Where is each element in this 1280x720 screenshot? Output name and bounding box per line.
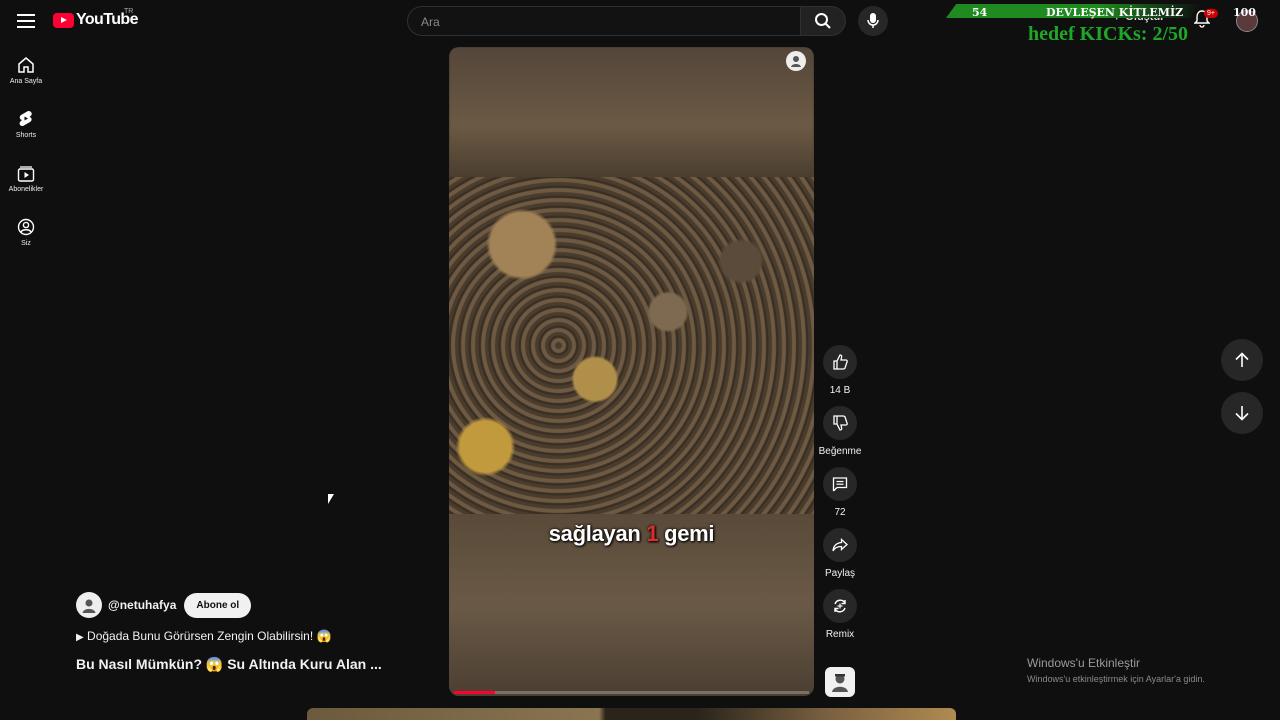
channel-row: @netuhafya Abone ol	[76, 592, 436, 618]
youtube-play-icon	[53, 12, 74, 28]
home-icon	[18, 57, 34, 73]
share-action: Paylaş	[818, 528, 862, 579]
channel-handle[interactable]: @netuhafya	[108, 598, 176, 612]
remix-action: Remix	[818, 589, 862, 640]
like-button[interactable]	[823, 345, 857, 379]
playlist-link[interactable]: ▶ Doğada Bunu Görürsen Zengin Olabilirsi…	[76, 629, 436, 643]
notification-badge: 9+	[1204, 9, 1218, 18]
channel-sound-thumbnail[interactable]	[825, 667, 855, 697]
video-blur-top	[449, 47, 814, 177]
subscribe-button[interactable]: Abone ol	[184, 592, 252, 618]
like-count: 14 B	[829, 385, 851, 396]
overlay-right-value: 100	[1233, 6, 1256, 19]
video-title[interactable]: Bu Nasıl Mümkün? 😱 Su Altında Kuru Alan …	[76, 656, 436, 673]
video-progress-fill	[454, 691, 495, 694]
sidebar: Ana Sayfa Shorts Abonelikler Siz	[0, 50, 52, 266]
search-button[interactable]	[800, 6, 846, 36]
thumbs-down-icon	[833, 415, 848, 431]
dislike-action: Beğenme	[818, 406, 862, 457]
caption-before: sağlayan	[548, 521, 647, 546]
remix-button[interactable]	[823, 589, 857, 623]
search-icon	[815, 13, 831, 29]
share-label: Paylaş	[824, 568, 855, 579]
shorts-icon	[19, 110, 32, 127]
country-code: TR	[124, 8, 134, 15]
share-icon	[832, 538, 848, 552]
like-action: 14 B	[818, 345, 862, 396]
sidebar-item-label: Siz	[21, 240, 31, 247]
comments-button[interactable]	[823, 467, 857, 501]
overlay-title: DEVLEŞEN KİTLEMİZ	[1046, 6, 1184, 19]
youtube-logo[interactable]: YouTube TR	[53, 8, 138, 29]
overlay-left-value: 54	[972, 6, 988, 19]
comment-action: 72	[818, 467, 862, 518]
activation-subtitle: Windows'u etkinleştirmek için Ayarlar'a …	[1027, 674, 1205, 684]
next-video-button[interactable]	[1221, 392, 1263, 434]
sidebar-item-you[interactable]: Siz	[0, 212, 52, 266]
overlay-kicks: hedef KICKs: 2/50	[1028, 23, 1188, 45]
subscriptions-icon	[17, 166, 35, 182]
play-icon: ▶	[76, 632, 84, 643]
shorts-video-player[interactable]: sağlayan 1 gemi	[449, 47, 814, 696]
caption-highlight: 1	[646, 521, 659, 546]
sidebar-item-shorts[interactable]: Shorts	[0, 104, 52, 158]
video-channel-avatar[interactable]	[786, 51, 806, 71]
comment-count: 72	[834, 507, 846, 518]
dislike-label: Beğenme	[818, 446, 862, 457]
previous-video-button[interactable]	[1221, 339, 1263, 381]
menu-icon[interactable]	[14, 9, 38, 33]
account-icon	[17, 218, 35, 236]
search-input[interactable]	[419, 14, 783, 30]
thumbs-up-icon	[833, 354, 848, 370]
mouse-cursor-icon	[328, 494, 334, 504]
remix-label: Remix	[825, 629, 855, 640]
search-box	[407, 6, 801, 36]
voice-search-button[interactable]	[858, 6, 888, 36]
comment-icon	[832, 477, 848, 492]
sidebar-item-home[interactable]: Ana Sayfa	[0, 50, 52, 104]
sidebar-item-label: Abonelikler	[8, 186, 44, 193]
channel-avatar-icon	[82, 599, 96, 613]
share-button[interactable]	[823, 528, 857, 562]
channel-avatar[interactable]	[76, 592, 102, 618]
sidebar-item-label: Shorts	[15, 132, 37, 139]
video-frame	[449, 177, 814, 514]
playlist-text: Doğada Bunu Görürsen Zengin Olabilirsin!…	[87, 629, 332, 643]
next-video-preview[interactable]	[307, 708, 956, 720]
video-progress-bar[interactable]	[454, 691, 809, 694]
sidebar-item-subscriptions[interactable]: Abonelikler	[0, 158, 52, 212]
action-column: 14 B Beğenme 72 Paylaş Remix	[818, 345, 862, 650]
activation-title: Windows'u Etkinleştir	[1027, 656, 1140, 670]
sidebar-item-label: Ana Sayfa	[9, 78, 43, 85]
channel-avatar-icon	[791, 56, 801, 67]
dislike-button[interactable]	[823, 406, 857, 440]
caption-after: gemi	[658, 521, 715, 546]
arrow-up-icon	[1235, 352, 1249, 367]
arrow-down-icon	[1235, 406, 1249, 421]
windows-activation-watermark: Windows'u Etkinleştir Windows'u etkinleş…	[1027, 656, 1205, 684]
channel-avatar-icon	[832, 674, 848, 692]
video-caption: sağlayan 1 gemi	[449, 521, 814, 547]
microphone-icon	[867, 13, 879, 28]
video-info: @netuhafya Abone ol ▶ Doğada Bunu Görürs…	[76, 592, 436, 673]
remix-icon	[834, 599, 846, 613]
